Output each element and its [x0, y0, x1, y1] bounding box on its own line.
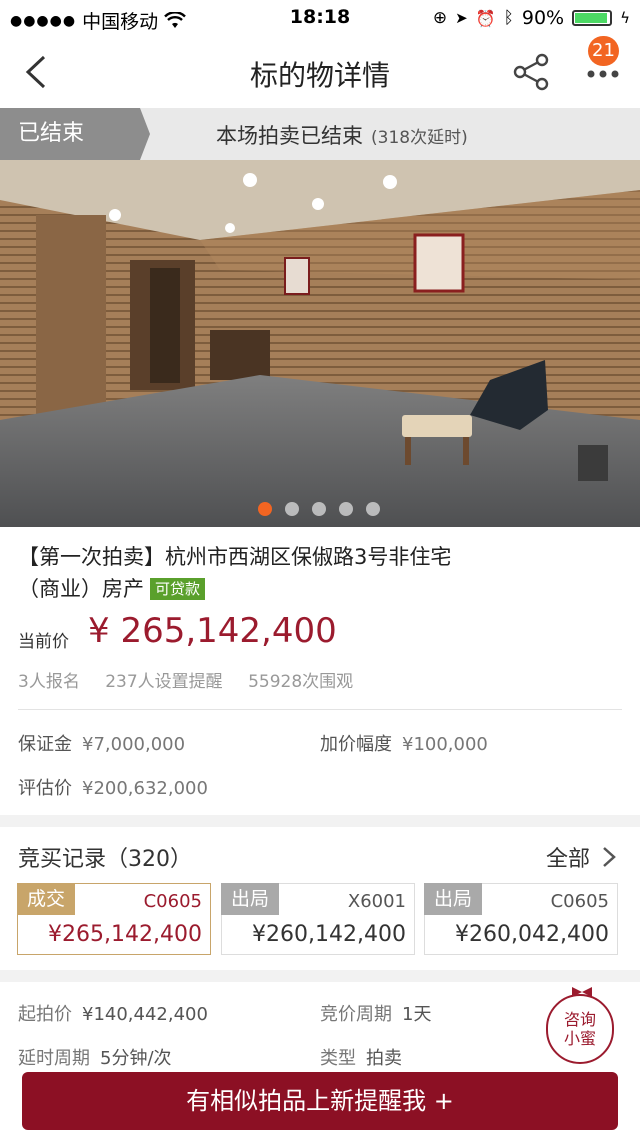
reminder-count: 237人设置提醒 [105, 672, 223, 692]
bid-amount: ¥260,142,400 [252, 922, 406, 947]
item-title: 【第一次拍卖】杭州市西湖区保俶路3号非住宅（商业）房产 可贷款 [18, 541, 488, 605]
bid-records: 竞买记录（320） 全部 成交 C0605 ¥265,142,400 出局 X6… [0, 827, 640, 970]
bid-amount: ¥265,142,400 [48, 922, 202, 947]
type-value: 拍卖 [366, 1048, 402, 1069]
item-info: 【第一次拍卖】杭州市西湖区保俶路3号非住宅（商业）房产 可贷款 当前价 ¥ 265… [0, 527, 640, 815]
cycle-row: 竞价周期 1天 [320, 1000, 431, 1026]
gallery-pager [258, 502, 380, 516]
deposit-row: 保证金 ¥7,000,000 [18, 730, 185, 756]
share-icon[interactable] [512, 52, 552, 92]
battery-percent: 90% [521, 7, 565, 29]
cycle-label: 竞价周期 [320, 1004, 392, 1025]
status-bar: ●●●●● 中国移动 18:18 ⊕ ➤ ⏰ ᛒ 90% ϟ [0, 0, 640, 36]
appraisal-value: ¥200,632,000 [82, 778, 208, 799]
status-message: 本场拍卖已结束 (318次延时) [216, 120, 468, 150]
chevron-right-icon [603, 847, 616, 867]
bidder-code: X6001 [347, 891, 406, 912]
view-all-label: 全部 [545, 847, 590, 872]
bid-status-badge: 出局 [221, 883, 279, 915]
price-label: 当前价 [18, 632, 69, 652]
alarm-icon: ⏰ [475, 8, 496, 28]
current-price: ¥ 265,142,400 [88, 611, 337, 651]
bid-status-badge: 出局 [424, 883, 482, 915]
pager-dot[interactable] [312, 502, 326, 516]
delay-value: 5分钟/次 [100, 1048, 172, 1069]
more-menu-icon[interactable] [586, 64, 620, 84]
consult-assistant-button[interactable]: 咨询 小蜜 [546, 987, 614, 1064]
location-icon: ➤ [455, 9, 468, 27]
appraisal-label: 评估价 [18, 778, 72, 799]
signup-count: 3人报名 [18, 672, 80, 692]
type-row: 类型 拍卖 [320, 1044, 402, 1070]
remind-similar-button[interactable]: 有相似拍品上新提醒我 + [22, 1072, 618, 1130]
consult-line2: 小蜜 [563, 1029, 596, 1048]
bid-status-badge: 成交 [17, 883, 75, 915]
extension-count: (318次延时) [371, 128, 468, 148]
pager-dot[interactable] [258, 502, 272, 516]
room-photo-illustration [0, 160, 640, 527]
appraisal-row: 评估价 ¥200,632,000 [18, 774, 208, 800]
view-count: 55928次围观 [248, 672, 354, 692]
bidder-code: C0605 [550, 891, 609, 912]
notification-badge: 21 [588, 36, 619, 66]
bid-amount: ¥260,042,400 [455, 922, 609, 947]
bid-card[interactable]: 出局 X6001 ¥260,142,400 [221, 883, 415, 955]
increment-value: ¥100,000 [402, 734, 488, 755]
pager-dot[interactable] [285, 502, 299, 516]
delay-row: 延时周期 5分钟/次 [18, 1044, 172, 1070]
start-price-row: 起拍价 ¥140,442,400 [18, 1000, 208, 1026]
item-stats: 3人报名 237人设置提醒 55928次围观 [18, 667, 373, 692]
loan-badge: 可贷款 [150, 578, 206, 600]
start-price-label: 起拍价 [18, 1004, 72, 1025]
bid-card[interactable]: 出局 C0605 ¥260,042,400 [424, 883, 618, 955]
bid-card[interactable]: 成交 C0605 ¥265,142,400 [17, 883, 211, 955]
delay-label: 延时周期 [18, 1048, 90, 1069]
cycle-value: 1天 [402, 1004, 432, 1025]
view-all-bids-link[interactable]: 全部 [546, 841, 616, 873]
bidder-code: C0605 [143, 891, 202, 912]
pager-dot[interactable] [366, 502, 380, 516]
bid-records-header: 竞买记录（320） [18, 847, 192, 872]
start-price-value: ¥140,442,400 [82, 1004, 208, 1025]
increment-row: 加价幅度 ¥100,000 [320, 730, 488, 756]
bow-icon [572, 987, 592, 997]
property-photo[interactable] [0, 160, 640, 527]
item-title-text: 【第一次拍卖】杭州市西湖区保俶路3号非住宅（商业）房产 [18, 545, 452, 601]
type-label: 类型 [320, 1048, 356, 1069]
pager-dot[interactable] [339, 502, 353, 516]
consult-line1: 咨询 [563, 1010, 596, 1029]
bluetooth-icon: ᛒ [503, 8, 514, 28]
status-message-text: 本场拍卖已结束 [216, 124, 363, 148]
battery-icon [572, 10, 613, 26]
nav-bar: 标的物详情 21 [0, 36, 640, 108]
deposit-value: ¥7,000,000 [82, 734, 186, 755]
status-tag: 已结束 [0, 108, 150, 160]
deposit-label: 保证金 [18, 734, 72, 755]
auction-status-bar: 已结束 本场拍卖已结束 (318次延时) [0, 108, 640, 160]
increment-label: 加价幅度 [320, 734, 392, 755]
divider [18, 709, 622, 710]
lock-rotation-icon: ⊕ [432, 8, 448, 28]
charging-icon: ϟ [620, 9, 630, 27]
